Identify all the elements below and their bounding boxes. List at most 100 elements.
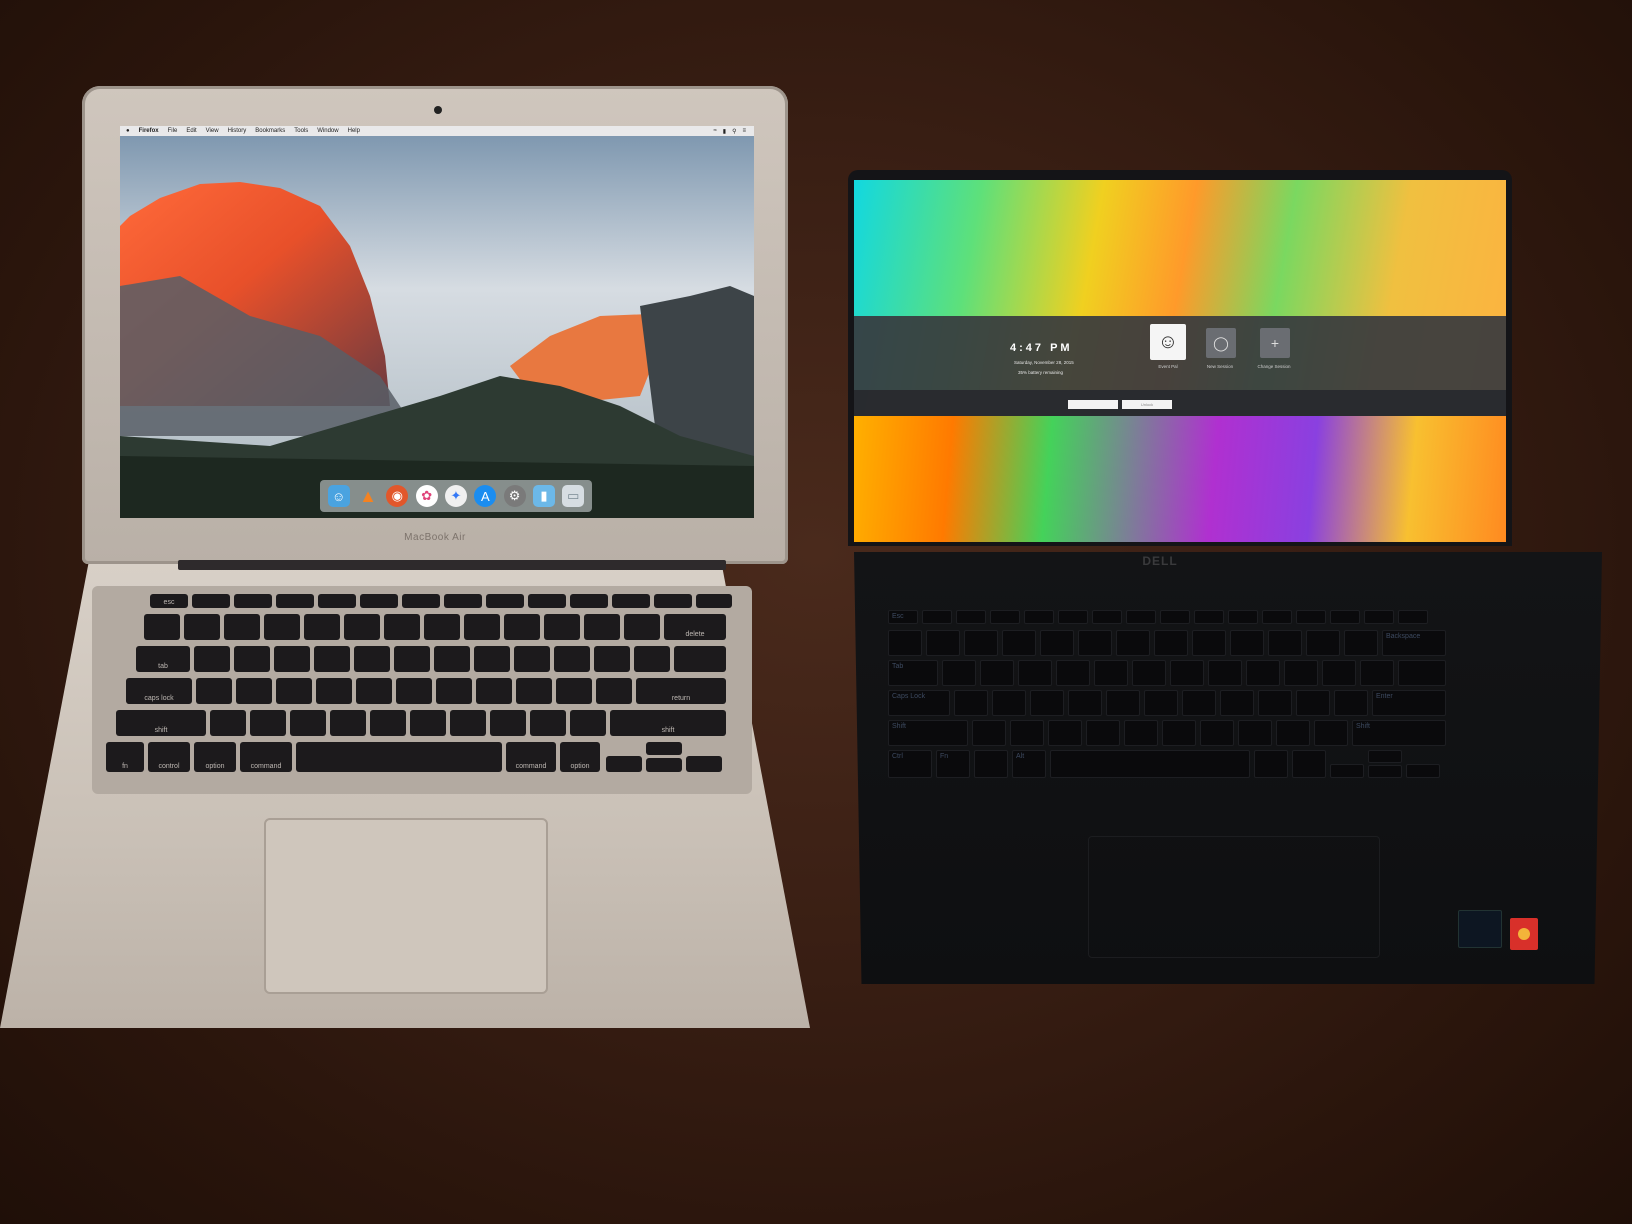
dell-key-f11[interactable] — [1262, 610, 1292, 624]
dell-key-9[interactable] — [1230, 630, 1264, 656]
key-tab[interactable]: tab — [136, 646, 190, 672]
key-bracket-left[interactable] — [594, 646, 630, 672]
key-shift-left[interactable]: shift — [116, 710, 206, 736]
menu-history[interactable]: History — [228, 128, 247, 134]
dell-key-equals[interactable] — [1344, 630, 1378, 656]
dell-key-a[interactable] — [954, 690, 988, 716]
key-1[interactable] — [184, 614, 220, 640]
key-e[interactable] — [274, 646, 310, 672]
key-return[interactable]: return — [636, 678, 726, 704]
dell-key-n[interactable] — [1162, 720, 1196, 746]
key-0[interactable] — [544, 614, 580, 640]
key-l[interactable] — [516, 678, 552, 704]
dell-key-comma[interactable] — [1238, 720, 1272, 746]
key-w[interactable] — [234, 646, 270, 672]
key-shift-right[interactable]: shift — [610, 710, 726, 736]
dell-key-backslash[interactable] — [1398, 660, 1446, 686]
dell-key-f12[interactable] — [1296, 610, 1326, 624]
dell-key-d[interactable] — [1030, 690, 1064, 716]
dell-key-ctrl[interactable]: Ctrl — [888, 750, 932, 778]
dell-key-g[interactable] — [1106, 690, 1140, 716]
menu-file[interactable]: File — [168, 128, 178, 134]
key-slash[interactable] — [570, 710, 606, 736]
key-bracket-right[interactable] — [634, 646, 670, 672]
dell-key-k[interactable] — [1220, 690, 1254, 716]
menu-bookmarks[interactable]: Bookmarks — [255, 128, 285, 134]
dell-key-f3[interactable] — [990, 610, 1020, 624]
key-space[interactable] — [296, 742, 502, 772]
key-m[interactable] — [450, 710, 486, 736]
menu-tools[interactable]: Tools — [294, 128, 308, 134]
key-9[interactable] — [504, 614, 540, 640]
dell-key-1[interactable] — [926, 630, 960, 656]
dell-key-u[interactable] — [1170, 660, 1204, 686]
dell-key-b[interactable] — [1124, 720, 1158, 746]
menu-app-name[interactable]: Firefox — [139, 128, 159, 134]
key-comma[interactable] — [490, 710, 526, 736]
dell-key-j[interactable] — [1182, 690, 1216, 716]
dell-key-prtscr[interactable] — [1330, 610, 1360, 624]
key-b[interactable] — [370, 710, 406, 736]
key-5[interactable] — [344, 614, 380, 640]
key-v[interactable] — [330, 710, 366, 736]
dell-key-space[interactable] — [1050, 750, 1250, 778]
key-s[interactable] — [236, 678, 272, 704]
dell-key-backspace[interactable]: Backspace — [1382, 630, 1446, 656]
dell-key-c[interactable] — [1048, 720, 1082, 746]
dell-key-5[interactable] — [1078, 630, 1112, 656]
key-f[interactable] — [316, 678, 352, 704]
key-3[interactable] — [264, 614, 300, 640]
key-f12[interactable] — [654, 594, 692, 608]
key-f9[interactable] — [528, 594, 566, 608]
key-k[interactable] — [476, 678, 512, 704]
key-z[interactable] — [210, 710, 246, 736]
key-semicolon[interactable] — [556, 678, 592, 704]
key-a[interactable] — [196, 678, 232, 704]
dell-key-period[interactable] — [1276, 720, 1310, 746]
dell-key-f6[interactable] — [1092, 610, 1122, 624]
app-store-icon[interactable]: A — [474, 485, 497, 507]
dell-key-caps-lock[interactable]: Caps Lock — [888, 690, 950, 716]
password-field[interactable] — [1068, 400, 1118, 409]
dell-key-minus[interactable] — [1306, 630, 1340, 656]
key-option-left[interactable]: option — [194, 742, 236, 772]
key-f10[interactable] — [570, 594, 608, 608]
dell-key-q[interactable] — [942, 660, 976, 686]
key-h[interactable] — [396, 678, 432, 704]
key-delete[interactable]: delete — [664, 614, 726, 640]
key-u[interactable] — [434, 646, 470, 672]
dell-key-w[interactable] — [980, 660, 1014, 686]
key-arrow-left[interactable] — [606, 756, 642, 772]
key-j[interactable] — [436, 678, 472, 704]
key-4[interactable] — [304, 614, 340, 640]
dell-key-arrow-down[interactable] — [1368, 765, 1402, 778]
dell-key-x[interactable] — [1010, 720, 1044, 746]
key-f6[interactable] — [402, 594, 440, 608]
dell-key-s[interactable] — [992, 690, 1026, 716]
key-6[interactable] — [384, 614, 420, 640]
unlock-button[interactable]: Unlock — [1122, 400, 1172, 409]
key-f3[interactable] — [276, 594, 314, 608]
menu-help[interactable]: Help — [348, 128, 360, 134]
wifi-icon[interactable]: ≈ — [713, 128, 716, 135]
key-p[interactable] — [554, 646, 590, 672]
dell-key-o[interactable] — [1246, 660, 1280, 686]
dell-key-v[interactable] — [1086, 720, 1120, 746]
dell-key-bracket-left[interactable] — [1322, 660, 1356, 686]
dell-key-f1[interactable] — [922, 610, 952, 624]
dell-key-3[interactable] — [1002, 630, 1036, 656]
key-command-right[interactable]: command — [506, 742, 556, 772]
key-arrow-down[interactable] — [646, 758, 682, 772]
dell-key-f8[interactable] — [1160, 610, 1190, 624]
key-command-left[interactable]: command — [240, 742, 292, 772]
dell-key-p[interactable] — [1284, 660, 1318, 686]
dell-key-f7[interactable] — [1126, 610, 1156, 624]
key-grave[interactable] — [144, 614, 180, 640]
dell-key-arrow-right[interactable] — [1406, 764, 1440, 778]
dell-key-shift-right[interactable]: Shift — [1352, 720, 1446, 746]
key-n[interactable] — [410, 710, 446, 736]
key-f4[interactable] — [318, 594, 356, 608]
dell-key-t[interactable] — [1094, 660, 1128, 686]
dell-key-l[interactable] — [1258, 690, 1292, 716]
dell-key-e[interactable] — [1018, 660, 1052, 686]
